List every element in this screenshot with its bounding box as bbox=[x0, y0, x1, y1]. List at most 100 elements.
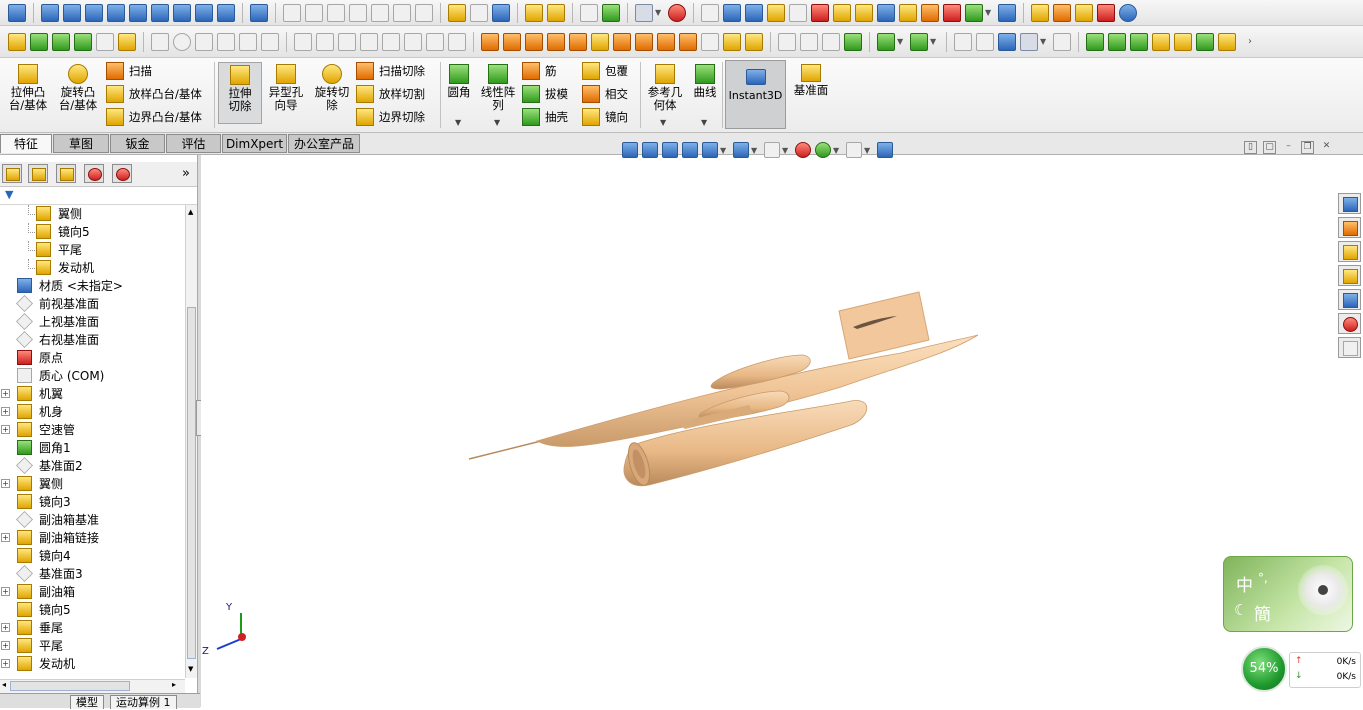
view-right-icon[interactable] bbox=[107, 3, 125, 22]
feature-sweep-icon[interactable] bbox=[525, 32, 543, 51]
scroll-left-icon[interactable]: ◂ bbox=[2, 680, 6, 689]
display-manager-tab[interactable] bbox=[112, 164, 132, 183]
filter-surfaces-icon[interactable] bbox=[1130, 32, 1148, 51]
display-style-icon[interactable] bbox=[733, 142, 749, 158]
minimize-icon[interactable]: – bbox=[1282, 141, 1295, 154]
edit-sketch-icon[interactable] bbox=[448, 3, 466, 22]
tree-item[interactable]: 翼侧 bbox=[0, 205, 185, 223]
tree-item[interactable]: + 垂尾 bbox=[0, 619, 185, 637]
task-pane-explorer-button[interactable] bbox=[1338, 265, 1361, 286]
trim-icon[interactable] bbox=[239, 32, 257, 51]
extrude-boss-button[interactable]: 拉伸凸台/基体 bbox=[6, 62, 50, 112]
extrude-cut-button[interactable]: 拉伸切除 bbox=[218, 62, 262, 124]
smart-dimension-icon[interactable] bbox=[470, 3, 488, 22]
task-pane-resources-button[interactable] bbox=[1338, 193, 1361, 214]
surface-knit-icon[interactable] bbox=[844, 32, 862, 51]
swept-cut-button[interactable]: 扫描切除 bbox=[356, 61, 425, 81]
tree-item[interactable]: 镜向5 bbox=[0, 601, 185, 619]
draft-analysis-icon[interactable] bbox=[899, 3, 917, 22]
scroll-up-icon[interactable]: ▲ bbox=[188, 208, 193, 216]
chevron-down-icon[interactable]: ▼ bbox=[720, 146, 728, 155]
instant3d-button[interactable]: Instant3D bbox=[725, 60, 786, 129]
chevron-down-icon[interactable]: ▼ bbox=[833, 146, 841, 155]
compare-icon[interactable] bbox=[998, 3, 1016, 22]
tree-item[interactable]: 副油箱基准 bbox=[0, 511, 185, 529]
measure-icon[interactable] bbox=[723, 3, 741, 22]
tree-item[interactable]: + 空速管 bbox=[0, 421, 185, 439]
feature-fillet-icon[interactable] bbox=[635, 32, 653, 51]
wrap-button[interactable]: 包覆 bbox=[582, 61, 628, 81]
tree-item[interactable]: 发动机 bbox=[0, 259, 185, 277]
tree-item[interactable]: 镜向3 bbox=[0, 493, 185, 511]
plane-button[interactable]: 基准面 bbox=[790, 62, 832, 97]
section-properties-icon[interactable] bbox=[767, 3, 785, 22]
apply-scene-icon[interactable] bbox=[815, 142, 831, 158]
surface-loft-icon[interactable] bbox=[800, 32, 818, 51]
tab-dimxpert[interactable]: DimXpert bbox=[222, 134, 287, 153]
filter-faces-icon[interactable] bbox=[998, 32, 1016, 51]
chevron-down-icon[interactable]: ▼ bbox=[455, 118, 461, 127]
ime-language-label[interactable]: 中 bbox=[1236, 571, 1253, 596]
performance-icon[interactable] bbox=[789, 3, 807, 22]
filter-points-icon[interactable] bbox=[1218, 32, 1236, 51]
lofted-cut-button[interactable]: 放样切割 bbox=[356, 84, 425, 104]
expand-icon[interactable]: + bbox=[1, 479, 10, 488]
intersect-button[interactable]: 相交 bbox=[582, 84, 628, 104]
task-pane-library-button[interactable] bbox=[1338, 241, 1361, 262]
tree-item[interactable]: 圆角1 bbox=[0, 439, 185, 457]
feature-loft-icon[interactable] bbox=[547, 32, 565, 51]
task-pane-home-button[interactable] bbox=[1338, 217, 1361, 238]
spelling-icon[interactable] bbox=[701, 3, 719, 22]
scroll-down-icon[interactable]: ▼ bbox=[188, 665, 193, 673]
filter-bodies-icon[interactable] bbox=[1174, 32, 1192, 51]
arc-icon[interactable] bbox=[294, 32, 312, 51]
tree-item[interactable]: + 副油箱链接 bbox=[0, 529, 185, 547]
insert-component-icon[interactable] bbox=[547, 3, 565, 22]
revolve-boss-button[interactable]: 旋转凸台/基体 bbox=[56, 62, 100, 112]
shaded-icon[interactable] bbox=[393, 3, 411, 22]
relations-icon[interactable] bbox=[492, 3, 510, 22]
rapid-sketch-icon[interactable] bbox=[118, 32, 136, 51]
rectangle-icon[interactable] bbox=[382, 32, 400, 51]
filter-axes-icon[interactable] bbox=[1196, 32, 1214, 51]
expand-icon[interactable]: + bbox=[1, 425, 10, 434]
sweep-button[interactable]: 扫描 bbox=[106, 61, 152, 81]
simulation-icon[interactable] bbox=[1031, 3, 1049, 22]
tree-item[interactable]: 镜向4 bbox=[0, 547, 185, 565]
zoom-to-area-icon[interactable] bbox=[642, 142, 658, 158]
dim-icon[interactable] bbox=[404, 32, 422, 51]
view-settings-icon[interactable] bbox=[846, 142, 862, 158]
tree-item[interactable]: 右视基准面 bbox=[0, 331, 185, 349]
vertical-tail[interactable] bbox=[838, 291, 930, 360]
tree-item[interactable]: + 平尾 bbox=[0, 637, 185, 655]
shell-button[interactable]: 抽壳 bbox=[522, 107, 568, 127]
task-pane-appearances-button[interactable] bbox=[1338, 313, 1361, 334]
property-manager-tab[interactable] bbox=[28, 164, 48, 183]
select-arrow-icon[interactable] bbox=[635, 3, 653, 22]
tree-item[interactable]: + 机翼 bbox=[0, 385, 185, 403]
parting-line-icon[interactable] bbox=[943, 3, 961, 22]
filter-icon[interactable] bbox=[954, 32, 972, 51]
fillet-button[interactable]: 圆角 bbox=[444, 62, 474, 99]
tree-item[interactable]: 材质 <未指定> bbox=[0, 277, 185, 295]
chevron-down-icon[interactable]: ▼ bbox=[1040, 37, 1048, 46]
rebuild-icon[interactable] bbox=[580, 3, 598, 22]
equations-icon[interactable] bbox=[877, 3, 895, 22]
feature-pattern-icon[interactable] bbox=[679, 32, 697, 51]
fillet-sketch-icon[interactable] bbox=[316, 32, 334, 51]
tree-filter-bar[interactable]: ▼ bbox=[0, 187, 197, 205]
zoom-to-fit-icon[interactable] bbox=[622, 142, 638, 158]
view-bottom-icon[interactable] bbox=[151, 3, 169, 22]
tree-item[interactable]: + 发动机 bbox=[0, 655, 185, 673]
filter-lines-icon[interactable] bbox=[1108, 32, 1126, 51]
floxpress-icon[interactable] bbox=[1053, 3, 1071, 22]
tree-item[interactable]: 基准面2 bbox=[0, 457, 185, 475]
check-icon[interactable] bbox=[811, 3, 829, 22]
rib-button[interactable]: 筋 bbox=[522, 61, 557, 81]
undercut-icon[interactable] bbox=[921, 3, 939, 22]
feature-chamfer-icon[interactable] bbox=[657, 32, 675, 51]
tree-item[interactable]: 基准面3 bbox=[0, 565, 185, 583]
feature-revolve-icon[interactable] bbox=[503, 32, 521, 51]
filter-edges-icon[interactable] bbox=[976, 32, 994, 51]
tree-item[interactable]: + 副油箱 bbox=[0, 583, 185, 601]
